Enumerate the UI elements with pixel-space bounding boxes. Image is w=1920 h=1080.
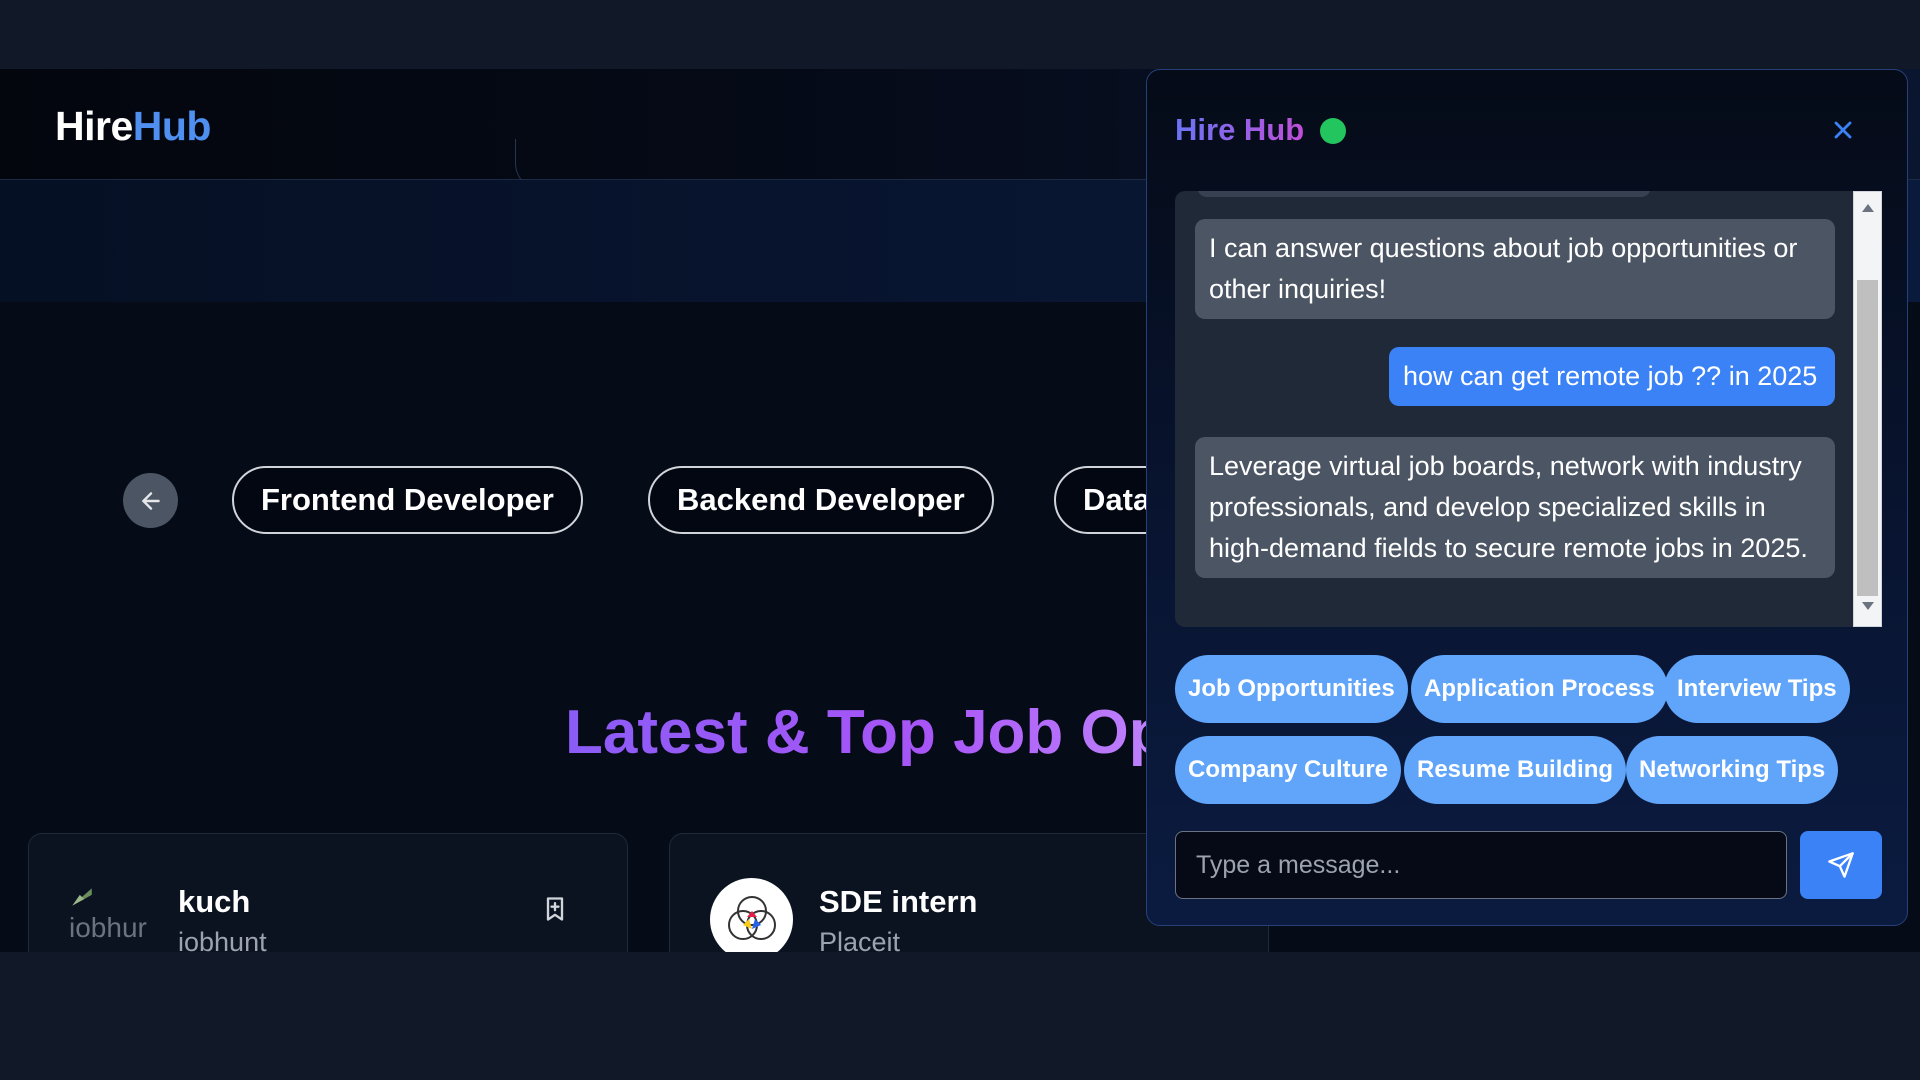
job-card[interactable]: iobhur kuch iobhunt xyxy=(28,833,628,952)
arrow-left-icon xyxy=(141,491,160,510)
company-logo-broken: iobhur xyxy=(69,884,149,944)
browser-bottom-band xyxy=(0,952,1920,1080)
message-input[interactable] xyxy=(1175,831,1787,899)
scroll-thumb[interactable] xyxy=(1857,280,1878,596)
chat-title: Hire Hub xyxy=(1175,112,1305,147)
company-logo xyxy=(710,878,793,952)
chat-messages[interactable]: I can answer questions about job opportu… xyxy=(1175,191,1882,627)
previous-message-edge xyxy=(1197,191,1651,197)
browser-top-band xyxy=(0,0,1920,69)
suggestion-interview-tips[interactable]: Interview Tips xyxy=(1664,655,1850,723)
scroll-down-arrow[interactable] xyxy=(1862,602,1874,610)
chatbot-panel: Hire Hub I can answer questions about jo… xyxy=(1146,69,1908,926)
broken-image-icon xyxy=(72,888,92,906)
chat-scrollbar[interactable] xyxy=(1853,191,1882,627)
logo-text-hire: Hire xyxy=(55,103,133,149)
bookmark-icon[interactable] xyxy=(541,894,569,924)
user-message: how can get remote job ?? in 2025 xyxy=(1389,347,1835,406)
bot-message: I can answer questions about job opportu… xyxy=(1195,219,1835,319)
scroll-up-arrow[interactable] xyxy=(1862,204,1874,212)
job-title: SDE intern xyxy=(819,884,978,919)
send-icon xyxy=(1828,852,1854,878)
suggestion-application-process[interactable]: Application Process xyxy=(1411,655,1668,723)
suggestion-networking-tips[interactable]: Networking Tips xyxy=(1626,736,1839,804)
section-title: Latest & Top Job Op xyxy=(565,698,1167,767)
online-status-dot xyxy=(1320,118,1346,144)
category-prev-button[interactable] xyxy=(123,473,178,528)
logo-text-hub: Hub xyxy=(132,103,212,149)
category-pill-backend[interactable]: Backend Developer xyxy=(648,466,994,534)
job-title: kuch xyxy=(178,884,251,919)
job-company: iobhunt xyxy=(178,927,267,952)
site-logo[interactable]: HireHub xyxy=(55,103,211,150)
job-company: Placeit xyxy=(819,927,901,952)
send-button[interactable] xyxy=(1800,831,1882,899)
suggestion-resume-building[interactable]: Resume Building xyxy=(1404,736,1627,804)
suggestion-job-opportunities[interactable]: Job Opportunities xyxy=(1175,655,1408,723)
category-pill-frontend[interactable]: Frontend Developer xyxy=(232,466,583,534)
close-icon[interactable] xyxy=(1829,116,1857,144)
placeit-logo-icon xyxy=(727,895,776,940)
suggestion-company-culture[interactable]: Company Culture xyxy=(1175,736,1402,804)
bot-message: Leverage virtual job boards, network wit… xyxy=(1195,437,1835,578)
logo-alt-text: iobhur xyxy=(69,912,147,943)
